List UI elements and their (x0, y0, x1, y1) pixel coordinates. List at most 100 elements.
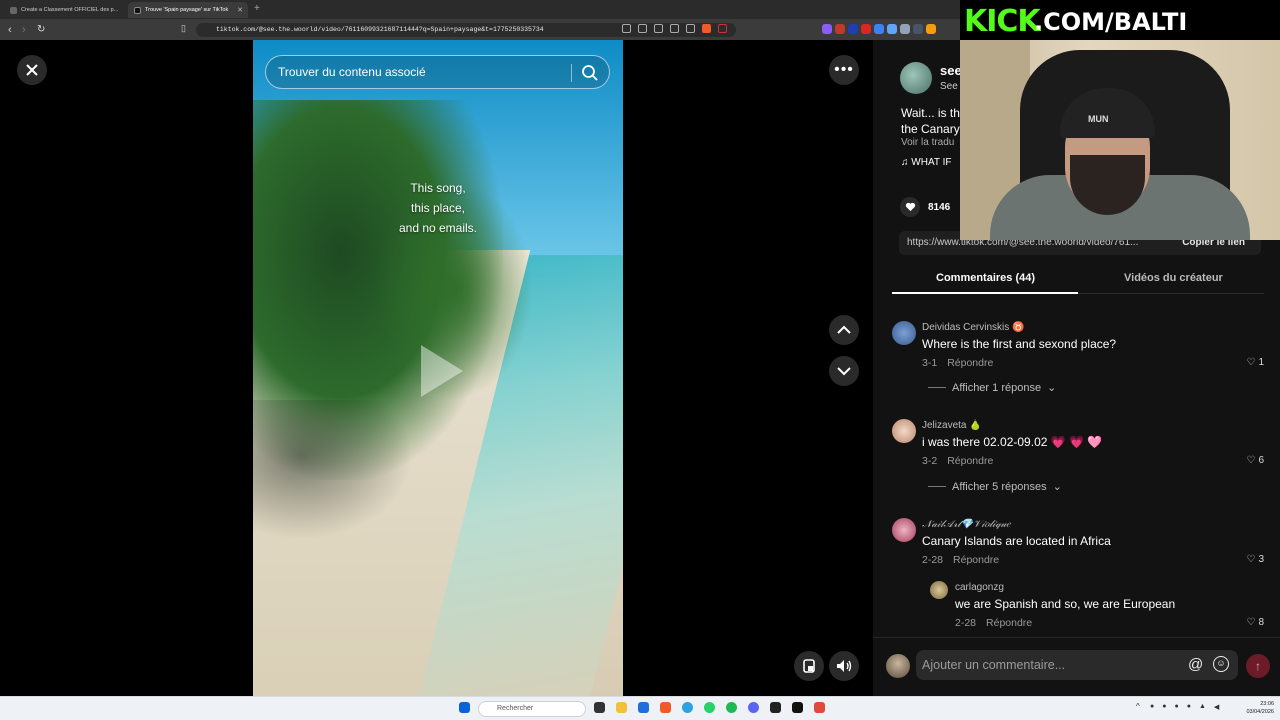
file-explorer-icon[interactable] (616, 702, 627, 713)
comment-like-button[interactable]: ♡ 8 (1246, 617, 1264, 628)
tab-comments[interactable]: Commentaires (44) (936, 272, 1035, 284)
commenter-avatar[interactable] (892, 419, 916, 443)
spotify-icon[interactable] (726, 702, 737, 713)
comment-like-button[interactable]: ♡ 1 (1246, 357, 1264, 368)
commenter-name[interactable]: carlagonzg (955, 582, 1004, 593)
wifi-icon[interactable]: ▲ (1199, 703, 1206, 711)
open-in-app-icon[interactable] (654, 24, 663, 33)
telegram-icon[interactable] (682, 702, 693, 713)
stream-brand-banner: KICK .COM/BALTI (960, 0, 1280, 40)
obs-icon[interactable] (770, 702, 781, 713)
comment-text: i was there 02.02-09.02 💗 💗 🩷 (922, 435, 1103, 449)
emoji-icon[interactable]: ☺ (1213, 656, 1229, 672)
author-name[interactable]: see (940, 63, 962, 78)
reply-button[interactable]: Répondre (947, 357, 993, 369)
reply-button[interactable]: Répondre (986, 617, 1032, 629)
extension-icon[interactable] (861, 24, 871, 34)
comment-input[interactable] (922, 650, 1172, 680)
picture-in-picture-button[interactable] (794, 651, 824, 681)
reply-button[interactable]: Répondre (947, 455, 993, 467)
commenter-name[interactable]: Deividas Cervinskis ♉ (922, 322, 1024, 333)
commenter-avatar[interactable] (892, 321, 916, 345)
video-player[interactable]: This song, this place, and no emails. (253, 40, 623, 696)
comment-meta: 3-1 Répondre (922, 357, 993, 369)
share-icon[interactable] (686, 24, 695, 33)
tray-app-icon[interactable]: ● (1162, 703, 1166, 711)
bookmark-icon[interactable]: ▯ (181, 23, 186, 34)
brave-rewards-icon[interactable] (718, 24, 727, 33)
see-translation-link[interactable]: Voir la tradu (901, 137, 961, 148)
zoom-icon[interactable] (670, 24, 679, 33)
tab-creator-videos[interactable]: Vidéos du créateur (1124, 272, 1223, 284)
volume-icon (837, 660, 852, 672)
new-tab-icon[interactable]: + (254, 3, 260, 14)
tray-app-icon[interactable]: ● (1150, 703, 1154, 711)
extension-icon[interactable] (900, 24, 910, 34)
show-replies-button[interactable]: Afficher 5 réponses ⌄ (928, 480, 1062, 493)
related-search-input[interactable] (278, 56, 568, 88)
music-link[interactable]: ♫ WHAT IF (901, 157, 961, 168)
eye-off-icon[interactable] (622, 24, 631, 33)
chevron-up-icon[interactable]: ^ (1136, 702, 1140, 711)
browser-tab[interactable]: Create a Classement OFFICIEL des p... (4, 2, 124, 18)
extension-icon[interactable] (926, 24, 936, 34)
extension-icon[interactable] (913, 24, 923, 34)
author-subtitle: See (940, 81, 958, 92)
next-video-button[interactable] (829, 356, 859, 386)
url-action-icons (622, 24, 727, 33)
search-icon[interactable] (581, 64, 599, 82)
volume-button[interactable] (829, 651, 859, 681)
brave-shield-icon[interactable] (702, 24, 711, 33)
taskbar-search[interactable]: Rechercher (478, 701, 586, 717)
reload-icon[interactable]: ↻ (37, 22, 45, 38)
comment-like-button[interactable]: ♡ 3 (1246, 554, 1264, 565)
author-avatar[interactable] (900, 62, 932, 94)
extension-icon[interactable] (835, 24, 845, 34)
system-clock[interactable]: 23:06 03/04/2026 (1240, 700, 1274, 716)
commenter-name[interactable]: 𝒩𝒶𝒾𝓁𝒜𝓇𝓉💎𝒱𝒾𝑜𝓁𝒾𝓆𝓊𝑒 (922, 519, 1010, 530)
close-tab-icon[interactable]: ✕ (237, 6, 243, 14)
app-icon[interactable] (814, 702, 825, 713)
system-tray: ● ● ● ● ▲ ◀ (1150, 703, 1219, 711)
discord-icon[interactable] (748, 702, 759, 713)
back-icon[interactable]: ‹ (8, 22, 12, 38)
divider-line (928, 486, 946, 487)
like-button[interactable] (900, 197, 920, 217)
close-icon (26, 64, 38, 76)
browser-tab-active[interactable]: Trouve 'Spain paysage' sur TikTok ✕ (128, 2, 248, 18)
post-comment-button[interactable]: ↑ (1246, 654, 1270, 678)
more-options-button[interactable]: ••• (829, 55, 859, 85)
reply-button[interactable]: Répondre (953, 554, 999, 566)
play-icon[interactable] (421, 345, 463, 397)
taskbar-search-label: Rechercher (497, 705, 534, 712)
comment-date: 2-28 (922, 554, 944, 566)
task-view-icon[interactable] (594, 702, 605, 713)
commenter-avatar[interactable] (930, 581, 948, 599)
notion-icon[interactable] (792, 702, 803, 713)
comment-like-button[interactable]: ♡ 6 (1246, 455, 1264, 466)
comment-like-count: 8 (1258, 617, 1264, 628)
tray-app-icon[interactable]: ● (1187, 703, 1191, 711)
speaker-icon[interactable]: ◀ (1214, 703, 1219, 711)
commenter-avatar[interactable] (892, 518, 916, 542)
mention-icon[interactable]: @ (1188, 656, 1203, 673)
heart-outline-icon: ♡ (1246, 357, 1256, 368)
commenter-name[interactable]: Jelizaveta 🍐 (922, 420, 982, 431)
tray-app-icon[interactable]: ● (1174, 703, 1178, 711)
extension-icon[interactable] (822, 24, 832, 34)
windows-start-icon[interactable] (459, 702, 470, 713)
stream-handle: .COM/BALTI (1034, 8, 1188, 36)
brave-icon[interactable] (660, 702, 671, 713)
translate-icon[interactable] (638, 24, 647, 33)
extension-icon[interactable] (874, 24, 884, 34)
comment-meta: 3-2 Répondre (922, 455, 993, 467)
previous-video-button[interactable] (829, 315, 859, 345)
extension-icon[interactable] (848, 24, 858, 34)
show-replies-button[interactable]: Afficher 1 réponse ⌄ (928, 381, 1056, 394)
extension-icon[interactable] (887, 24, 897, 34)
whatsapp-icon[interactable] (704, 702, 715, 713)
close-video-button[interactable] (17, 55, 47, 85)
forward-icon[interactable]: › (22, 22, 26, 38)
comment-text: Canary Islands are located in Africa (922, 534, 1111, 548)
store-icon[interactable] (638, 702, 649, 713)
